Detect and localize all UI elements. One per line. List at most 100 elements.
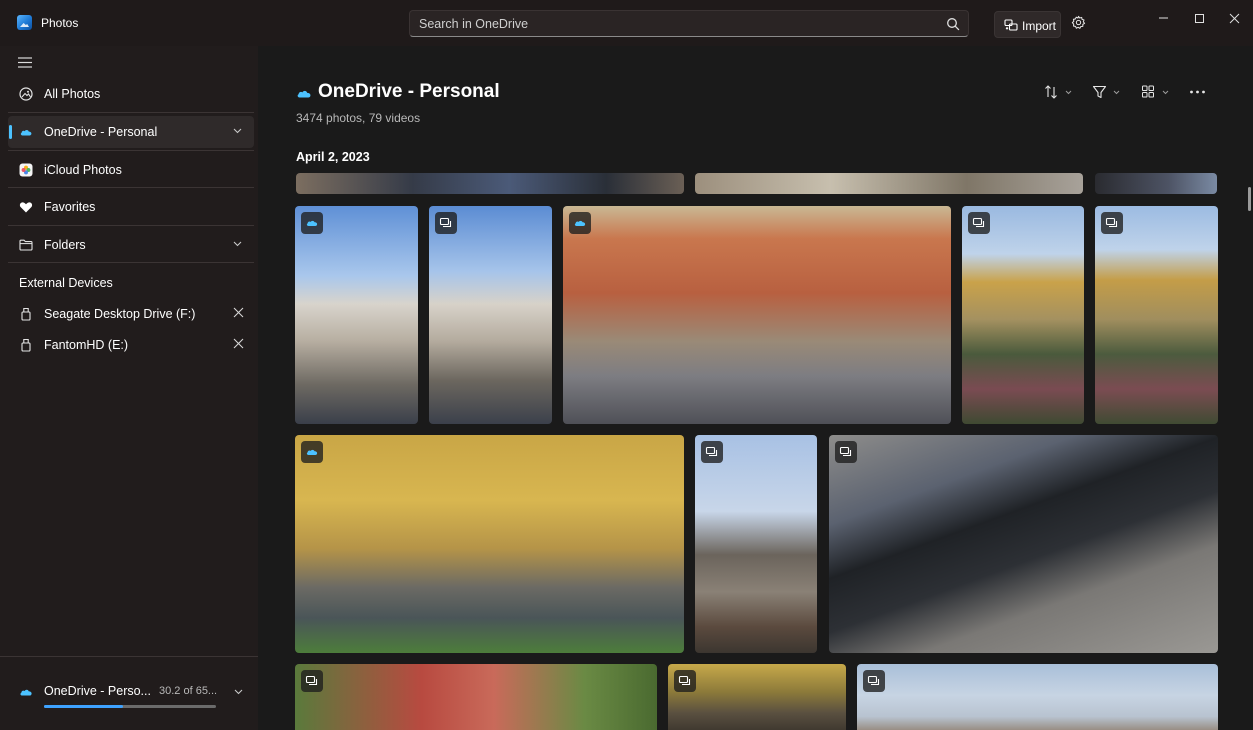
hamburger-menu-icon[interactable] bbox=[18, 57, 32, 68]
sidebar-item-label: FantomHD (E:) bbox=[44, 338, 129, 352]
photo-thumbnail[interactable] bbox=[296, 173, 684, 194]
onedrive-cloud-icon bbox=[20, 689, 32, 696]
sidebar-item-onedrive-personal[interactable]: OneDrive - Personal bbox=[8, 116, 254, 148]
photo-thumbnail[interactable] bbox=[429, 206, 552, 424]
photo-thumbnail[interactable] bbox=[668, 664, 846, 730]
photo-badge bbox=[1101, 212, 1123, 234]
storage-progress-fill bbox=[44, 705, 124, 708]
onedrive-storage-panel[interactable]: OneDrive - Perso... 30.2 of 65... bbox=[0, 656, 258, 730]
photo-thumbnail[interactable] bbox=[857, 664, 1218, 730]
app-title: Photos bbox=[41, 16, 79, 30]
sidebar-item-fantomhd[interactable]: FantomHD (E:) bbox=[8, 329, 254, 361]
cloud-icon bbox=[574, 220, 586, 226]
photo-thumbnail[interactable] bbox=[295, 206, 418, 424]
item-count: 3474 photos, 79 videos bbox=[296, 111, 421, 125]
sidebar-item-label: All Photos bbox=[44, 87, 101, 101]
sidebar-item-favorites[interactable]: Favorites bbox=[8, 191, 254, 223]
selection-indicator bbox=[9, 125, 12, 139]
photo-badge bbox=[968, 212, 990, 234]
sidebar-item-all-photos[interactable]: All Photos bbox=[8, 78, 254, 110]
divider bbox=[8, 225, 254, 226]
import-button[interactable]: Import bbox=[994, 11, 1061, 38]
divider bbox=[8, 150, 254, 151]
cloud-icon bbox=[306, 220, 318, 226]
storage-amount: 30.2 of 65... bbox=[159, 685, 218, 697]
icloud-photos-icon bbox=[19, 163, 33, 177]
page-title: OneDrive - Personal bbox=[318, 81, 500, 102]
photo-badge bbox=[301, 670, 323, 692]
import-label: Import bbox=[1022, 19, 1057, 33]
sidebar-item-label: Seagate Desktop Drive (F:) bbox=[44, 307, 196, 321]
sidebar-item-label: iCloud Photos bbox=[44, 163, 122, 177]
usb-drive-icon bbox=[21, 307, 31, 321]
folder-icon bbox=[19, 239, 33, 251]
chevron-down-icon[interactable] bbox=[233, 241, 242, 247]
photo-badge bbox=[863, 670, 885, 692]
more-options-icon[interactable] bbox=[1188, 84, 1208, 100]
photo-badge bbox=[835, 441, 857, 463]
usb-drive-icon bbox=[21, 338, 31, 352]
import-icon bbox=[1004, 19, 1018, 31]
maximize-icon[interactable] bbox=[1189, 10, 1211, 30]
photo-thumbnail[interactable] bbox=[1095, 206, 1218, 424]
sort-button[interactable] bbox=[1044, 84, 1084, 100]
stack-icon bbox=[1105, 217, 1118, 228]
sidebar-item-label: Favorites bbox=[44, 200, 96, 214]
stack-icon bbox=[439, 217, 452, 228]
storage-account-label: OneDrive - Perso... bbox=[44, 684, 151, 698]
minimize-icon[interactable] bbox=[1153, 10, 1175, 30]
search-input[interactable]: Search in OneDrive bbox=[409, 10, 969, 37]
eject-close-icon[interactable] bbox=[233, 307, 244, 318]
divider bbox=[8, 112, 254, 113]
external-devices-heading: External Devices bbox=[19, 276, 113, 290]
scrollbar-thumb[interactable] bbox=[1248, 187, 1251, 211]
photos-app-icon bbox=[17, 15, 32, 30]
photo-thumbnail[interactable] bbox=[829, 435, 1218, 653]
eject-close-icon[interactable] bbox=[233, 338, 244, 349]
sidebar-item-folders[interactable]: Folders bbox=[8, 229, 254, 261]
sidebar-item-label: OneDrive - Personal bbox=[44, 125, 158, 139]
photo-badge bbox=[569, 212, 591, 234]
view-layout-button[interactable] bbox=[1141, 84, 1181, 100]
stack-icon bbox=[305, 675, 318, 686]
photo-thumbnail[interactable] bbox=[695, 435, 817, 653]
photo-badge bbox=[435, 212, 457, 234]
photo-badge bbox=[301, 212, 323, 234]
sidebar-item-seagate-drive[interactable]: Seagate Desktop Drive (F:) bbox=[8, 298, 254, 330]
sidebar: All Photos OneDrive - Personal iCloud Ph… bbox=[0, 46, 258, 730]
search-placeholder: Search in OneDrive bbox=[419, 17, 529, 31]
divider bbox=[8, 187, 254, 188]
photo-badge bbox=[701, 441, 723, 463]
photo-thumbnail[interactable] bbox=[962, 206, 1084, 424]
divider bbox=[8, 262, 254, 263]
close-icon[interactable] bbox=[1224, 10, 1246, 30]
search-icon[interactable] bbox=[946, 17, 960, 31]
stack-icon bbox=[705, 446, 718, 457]
date-group-header: April 2, 2023 bbox=[296, 150, 370, 164]
onedrive-cloud-icon bbox=[20, 130, 32, 136]
photo-thumbnail[interactable] bbox=[695, 173, 1083, 194]
sidebar-item-icloud-photos[interactable]: iCloud Photos bbox=[8, 154, 254, 186]
title-bar: Photos Search in OneDrive Import bbox=[0, 0, 1253, 46]
filter-button[interactable] bbox=[1092, 84, 1132, 100]
sidebar-item-label: Folders bbox=[44, 238, 86, 252]
stack-icon bbox=[867, 675, 880, 686]
photo-badge bbox=[301, 441, 323, 463]
chevron-down-icon[interactable] bbox=[234, 689, 243, 695]
all-photos-icon bbox=[19, 87, 33, 101]
main-content: OneDrive - Personal 3474 photos, 79 vide… bbox=[258, 46, 1253, 730]
photo-thumbnail[interactable] bbox=[1095, 173, 1217, 194]
photo-thumbnail[interactable] bbox=[563, 206, 951, 424]
stack-icon bbox=[678, 675, 691, 686]
chevron-down-icon[interactable] bbox=[233, 128, 242, 134]
photo-thumbnail[interactable] bbox=[295, 664, 657, 730]
settings-icon[interactable] bbox=[1071, 15, 1086, 30]
stack-icon bbox=[972, 217, 985, 228]
heart-icon bbox=[19, 202, 33, 213]
onedrive-cloud-icon bbox=[297, 90, 311, 98]
storage-progress-bar bbox=[44, 705, 216, 708]
stack-icon bbox=[839, 446, 852, 457]
cloud-icon bbox=[306, 449, 318, 455]
photo-badge bbox=[674, 670, 696, 692]
photo-thumbnail[interactable] bbox=[295, 435, 684, 653]
